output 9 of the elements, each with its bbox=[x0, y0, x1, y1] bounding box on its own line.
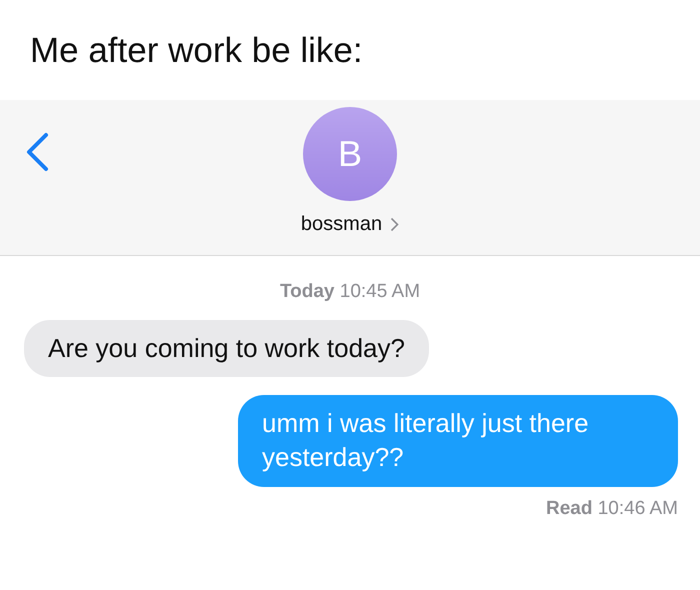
back-icon[interactable] bbox=[24, 132, 50, 172]
message-bubble: Are you coming to work today? bbox=[24, 320, 429, 378]
avatar: B bbox=[303, 107, 397, 201]
timestamp: Today 10:45 AM bbox=[280, 280, 420, 304]
read-receipt: Read 10:46 AM bbox=[546, 496, 678, 521]
contact-name[interactable]: bossman bbox=[300, 209, 382, 239]
chevron-icon[interactable] bbox=[390, 216, 400, 232]
caption: Me after work be like: bbox=[29, 30, 364, 72]
message-bubble: umm i was literally just there yesterday?? bbox=[238, 395, 678, 487]
